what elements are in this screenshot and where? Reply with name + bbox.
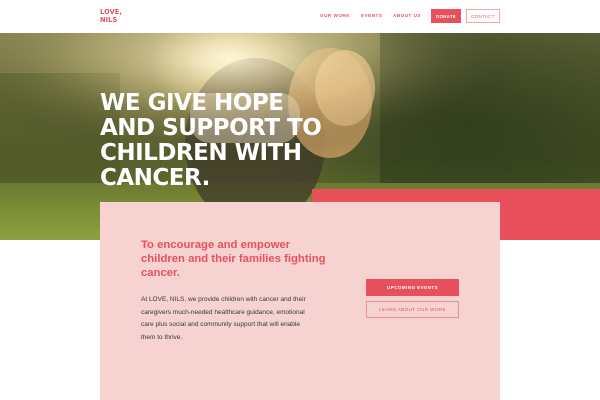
mission-title-line: To encourage and empower — [141, 239, 291, 251]
mission-body-line: At LOVE, NILS, we provide children with … — [141, 296, 306, 303]
hero-headline-line: WE GIVE HOPE — [100, 90, 284, 116]
mission-title-line: cancer. — [141, 267, 180, 279]
contact-button[interactable]: CONTACT — [466, 9, 500, 23]
mission-title-line: children and their families fighting — [141, 253, 326, 265]
nav-about-us[interactable]: ABOUT US — [393, 13, 421, 18]
nav-our-work[interactable]: OUR WORK — [320, 13, 350, 18]
mission-panel: To encourage and empower children and th… — [100, 202, 500, 400]
mission-body-line: care plus social and community support t… — [141, 321, 300, 328]
learn-about-our-work-button[interactable]: LEARN ABOUT OUR WORK — [366, 301, 459, 318]
hero-headline: WE GIVE HOPE AND SUPPORT TO CHILDREN WIT… — [100, 91, 350, 191]
mission-body: At LOVE, NILS, we provide children with … — [141, 294, 341, 344]
hero-headline-line: CANCER. — [100, 165, 210, 191]
site-logo[interactable]: LOVE, NILS — [100, 8, 130, 24]
mission-title: To encourage and empower children and th… — [141, 238, 341, 280]
hero-headline-line: CHILDREN WITH — [100, 140, 302, 166]
hero-headline-line: AND SUPPORT TO — [100, 115, 322, 141]
mission-body-line: caregivers much-needed healthcare guidan… — [141, 308, 305, 316]
donate-button[interactable]: DONATE — [431, 9, 461, 23]
logo-line-2: NILS — [100, 15, 118, 24]
upcoming-events-button[interactable]: UPCOMING EVENTS — [366, 279, 459, 296]
nav-events[interactable]: EVENTS — [361, 13, 382, 18]
mission-body-line: them to thrive. — [141, 333, 183, 341]
site-header: LOVE, NILS OUR WORK EVENTS ABOUT US DONA… — [0, 0, 600, 33]
